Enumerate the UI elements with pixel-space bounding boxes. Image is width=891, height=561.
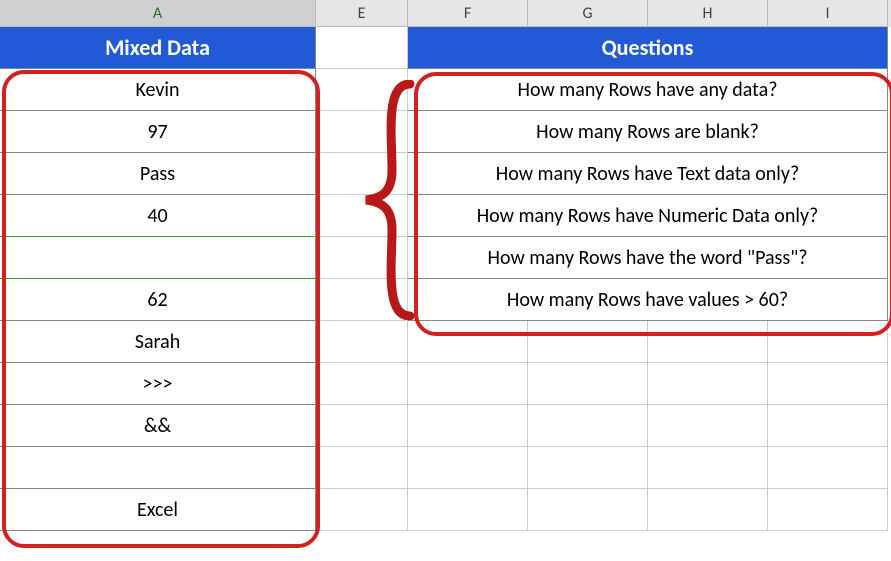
mixed-data-cell[interactable]: Pass bbox=[0, 153, 316, 195]
cell-blank[interactable] bbox=[316, 279, 408, 321]
mixed-data-cell[interactable]: && bbox=[0, 405, 316, 447]
cell-blank[interactable] bbox=[648, 405, 768, 447]
cell-blank[interactable] bbox=[316, 321, 408, 363]
cell-blank[interactable] bbox=[528, 447, 648, 489]
cell-blank[interactable] bbox=[528, 489, 648, 531]
col-header-E[interactable]: E bbox=[316, 0, 408, 27]
cell-blank[interactable] bbox=[316, 405, 408, 447]
cell-blank[interactable] bbox=[316, 69, 408, 111]
cell-blank[interactable] bbox=[528, 405, 648, 447]
question-cell[interactable]: How many Rows are blank? bbox=[408, 111, 888, 153]
col-header-G[interactable]: G bbox=[528, 0, 648, 27]
mixed-data-cell[interactable]: Kevin bbox=[0, 69, 316, 111]
cell-blank[interactable] bbox=[768, 321, 888, 363]
cell-blank[interactable] bbox=[648, 447, 768, 489]
data-row bbox=[0, 447, 891, 489]
cell-blank[interactable] bbox=[528, 321, 648, 363]
cell-blank[interactable] bbox=[316, 447, 408, 489]
mixed-data-cell[interactable]: Sarah bbox=[0, 321, 316, 363]
cell-blank[interactable] bbox=[316, 111, 408, 153]
data-row: Kevin How many Rows have any data? bbox=[0, 69, 891, 111]
question-cell[interactable]: How many Rows have Numeric Data only? bbox=[408, 195, 888, 237]
col-header-H[interactable]: H bbox=[648, 0, 768, 27]
mixed-data-cell[interactable]: 97 bbox=[0, 111, 316, 153]
header-row: Mixed Data Questions bbox=[0, 27, 891, 69]
cell-blank[interactable] bbox=[768, 447, 888, 489]
cell-blank[interactable] bbox=[408, 363, 528, 405]
cell-blank[interactable] bbox=[316, 237, 408, 279]
question-cell[interactable]: How many Rows have Text data only? bbox=[408, 153, 888, 195]
cell-blank[interactable] bbox=[648, 321, 768, 363]
cell-blank[interactable] bbox=[316, 363, 408, 405]
col-header-I[interactable]: I bbox=[768, 0, 888, 27]
cell-blank[interactable] bbox=[648, 489, 768, 531]
cell-blank[interactable] bbox=[528, 363, 648, 405]
mixed-data-cell[interactable]: 40 bbox=[0, 195, 316, 237]
data-row: >>> bbox=[0, 363, 891, 405]
cell-blank[interactable] bbox=[408, 405, 528, 447]
mixed-data-cell[interactable]: Excel bbox=[0, 489, 316, 531]
mixed-data-cell[interactable]: 62 bbox=[0, 279, 316, 321]
cell-blank[interactable] bbox=[768, 363, 888, 405]
questions-header[interactable]: Questions bbox=[408, 27, 888, 69]
mixed-data-cell[interactable]: >>> bbox=[0, 363, 316, 405]
data-row: 97 How many Rows are blank? bbox=[0, 111, 891, 153]
cell-blank[interactable] bbox=[408, 489, 528, 531]
question-cell[interactable]: How many Rows have values > 60? bbox=[408, 279, 888, 321]
question-cell[interactable]: How many Rows have any data? bbox=[408, 69, 888, 111]
data-row: && bbox=[0, 405, 891, 447]
data-row: Excel bbox=[0, 489, 891, 531]
question-cell[interactable]: How many Rows have the word "Pass"? bbox=[408, 237, 888, 279]
spreadsheet: A E F G H I Mixed Data Questions Kevin H… bbox=[0, 0, 891, 561]
cell-blank[interactable] bbox=[768, 405, 888, 447]
cell-E1[interactable] bbox=[316, 27, 408, 69]
data-row: 40 How many Rows have Numeric Data only? bbox=[0, 195, 891, 237]
cell-blank[interactable] bbox=[648, 363, 768, 405]
data-row: Pass How many Rows have Text data only? bbox=[0, 153, 891, 195]
data-row: Sarah bbox=[0, 321, 891, 363]
cell-blank[interactable] bbox=[768, 489, 888, 531]
cell-blank[interactable] bbox=[316, 195, 408, 237]
mixed-data-cell[interactable] bbox=[0, 237, 316, 279]
data-row: 62 How many Rows have values > 60? bbox=[0, 279, 891, 321]
mixed-data-header[interactable]: Mixed Data bbox=[0, 27, 316, 69]
data-row: How many Rows have the word "Pass"? bbox=[0, 237, 891, 279]
cell-blank[interactable] bbox=[316, 153, 408, 195]
cell-blank[interactable] bbox=[408, 447, 528, 489]
col-header-A[interactable]: A bbox=[0, 0, 316, 27]
cell-blank[interactable] bbox=[408, 321, 528, 363]
cell-blank[interactable] bbox=[316, 489, 408, 531]
col-header-F[interactable]: F bbox=[408, 0, 528, 27]
mixed-data-cell[interactable] bbox=[0, 447, 316, 489]
column-header-row: A E F G H I bbox=[0, 0, 891, 27]
